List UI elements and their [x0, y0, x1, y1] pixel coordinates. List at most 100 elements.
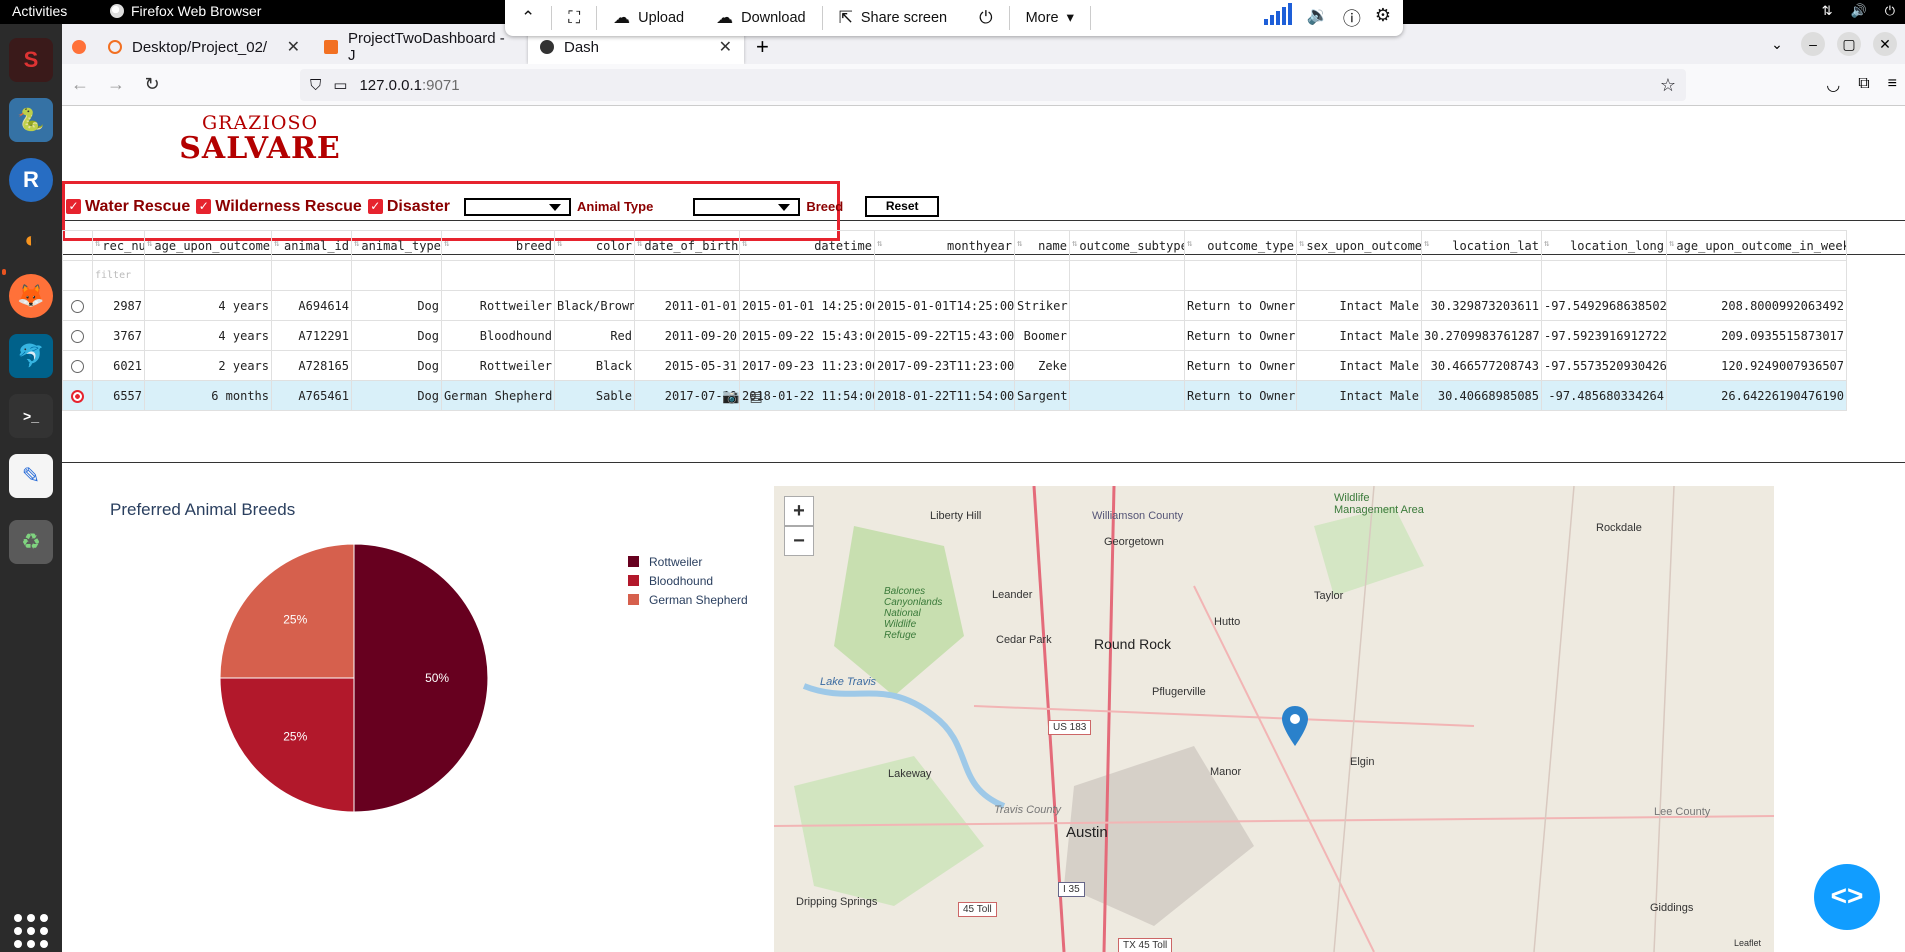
sort-icon[interactable]: ⇅: [95, 239, 100, 249]
table-cell[interactable]: Dog: [351, 320, 442, 351]
map-marker[interactable]: [1282, 706, 1308, 751]
table-cell[interactable]: 6 months: [144, 380, 272, 411]
table-cell[interactable]: Intact Male: [1296, 380, 1422, 411]
table-cell[interactable]: 30.40668985085: [1421, 380, 1542, 411]
table-cell[interactable]: 2987: [92, 290, 145, 321]
table-cell[interactable]: [1069, 350, 1185, 381]
column-filter-input[interactable]: [1069, 260, 1185, 291]
legend-item[interactable]: German Shepherd: [628, 590, 748, 609]
column-filter-input[interactable]: [1666, 260, 1847, 291]
shield-icon[interactable]: ⛉: [310, 77, 321, 94]
reload-button[interactable]: ↻: [134, 74, 170, 95]
column-header-rec-num[interactable]: ⇅rec_num: [92, 230, 145, 261]
table-cell[interactable]: German Shepherd: [441, 380, 555, 411]
mysql-icon[interactable]: 🐬: [9, 334, 53, 378]
table-cell[interactable]: Intact Male: [1296, 350, 1422, 381]
table-cell[interactable]: Intact Male: [1296, 290, 1422, 321]
zoom-out-button[interactable]: −: [784, 526, 814, 556]
eclipse-icon[interactable]: ◐: [9, 218, 53, 262]
table-cell[interactable]: A765461: [271, 380, 352, 411]
url-bar[interactable]: ⛉ ▭ 127.0.0.1:9071 ☆: [300, 69, 1686, 101]
zoom-in-button[interactable]: +: [784, 496, 814, 526]
table-cell[interactable]: 6021: [92, 350, 145, 381]
list-tabs-icon[interactable]: ⌄: [1765, 32, 1789, 56]
python-icon[interactable]: 🐍: [9, 98, 53, 142]
table-cell[interactable]: [1069, 320, 1185, 351]
table-cell[interactable]: 4 years: [144, 320, 272, 351]
table-cell[interactable]: [1069, 290, 1185, 321]
table-cell[interactable]: -97.485680334264: [1541, 380, 1667, 411]
legend-item[interactable]: Rottweiler: [628, 552, 748, 571]
text-editor-icon[interactable]: ✎: [9, 454, 53, 498]
table-cell[interactable]: -97.5923916912722: [1541, 320, 1667, 351]
column-header-datetime[interactable]: ⇅ datetime: [739, 230, 875, 261]
row-select-cell[interactable]: [62, 380, 93, 411]
column-filter-input[interactable]: filter: [92, 260, 145, 291]
power-button[interactable]: ⏻: [963, 0, 1008, 36]
pie-slice-bloodhound[interactable]: [219, 677, 355, 813]
menu-icon[interactable]: ≡: [1888, 75, 1897, 95]
table-cell[interactable]: 2015-01-01T14:25:00: [874, 290, 1015, 321]
table-row[interactable]: 6557 6 months A765461 Dog German Shepherd Sab…: [62, 380, 1847, 411]
column-filter-input[interactable]: [1296, 260, 1422, 291]
row-radio-button[interactable]: [71, 389, 84, 403]
table-cell[interactable]: 4 years: [144, 290, 272, 321]
table-row[interactable]: 6021 2 years A728165 Dog Rottweiler Black 2015…: [62, 350, 1847, 381]
activities-button[interactable]: Activities: [12, 3, 67, 19]
table-cell[interactable]: 30.466577208743: [1421, 350, 1542, 381]
camera-icon[interactable]: 📷: [722, 388, 739, 405]
table-cell[interactable]: A712291: [271, 320, 352, 351]
table-cell[interactable]: 2015-09-22T15:43:00: [874, 320, 1015, 351]
sort-icon[interactable]: ⇅: [1017, 239, 1022, 249]
table-cell[interactable]: 26.64226190476190: [1666, 380, 1847, 411]
sort-icon[interactable]: ⇅: [1072, 239, 1077, 249]
column-filter-input[interactable]: [634, 260, 740, 291]
table-cell[interactable]: 3767: [92, 320, 145, 351]
disaster-checkbox[interactable]: ✓ Disaster: [367, 198, 450, 216]
row-select-cell[interactable]: [62, 350, 93, 381]
firefox-icon[interactable]: 🦊: [9, 274, 53, 318]
sort-icon[interactable]: ⇅: [742, 239, 747, 249]
sort-icon[interactable]: ⇅: [354, 239, 359, 249]
sort-icon[interactable]: ⇅: [1299, 239, 1304, 249]
signal-strength-icon[interactable]: [1264, 3, 1293, 25]
sort-icon[interactable]: ⇅: [1544, 239, 1549, 249]
trash-icon[interactable]: ♻: [9, 520, 53, 564]
column-filter-input[interactable]: [1184, 260, 1297, 291]
volume-icon[interactable]: 🔉: [1306, 5, 1328, 31]
column-header-outcome-type[interactable]: ⇅ outcome_type: [1184, 230, 1297, 261]
terminal-icon[interactable]: >_: [9, 394, 53, 438]
column-header-age-upon-outcome[interactable]: ⇅ age_upon_outcome: [144, 230, 272, 261]
share-screen-button[interactable]: ⇱ Share screen: [823, 0, 964, 36]
sort-icon[interactable]: ⇅: [147, 239, 152, 249]
table-cell[interactable]: 120.9249007936507: [1666, 350, 1847, 381]
column-filter-input[interactable]: [1541, 260, 1667, 291]
table-cell[interactable]: Boomer: [1014, 320, 1070, 351]
system-tray[interactable]: ⇅ 🔊 ⏻: [1822, 3, 1895, 19]
table-cell[interactable]: Return to Owner: [1184, 320, 1297, 351]
column-header-age-upon-outcome-in-weeks[interactable]: ⇅ age_upon_outcome_in_weeks: [1666, 230, 1847, 261]
table-cell[interactable]: Rottweiler: [441, 290, 555, 321]
column-filter-input[interactable]: [874, 260, 1015, 291]
row-select-cell[interactable]: [62, 320, 93, 351]
table-row[interactable]: 2987 4 years A694614 Dog Rottweiler Black/Bro…: [62, 290, 1847, 321]
column-filter-input[interactable]: [144, 260, 272, 291]
table-cell[interactable]: Sable: [554, 380, 635, 411]
help-icon[interactable]: ⓘ: [1343, 5, 1361, 31]
close-window-button[interactable]: ✕: [1873, 32, 1897, 56]
app-menu[interactable]: Firefox Web Browser: [110, 3, 261, 19]
table-cell[interactable]: 2015-05-31: [634, 350, 740, 381]
animal-type-dropdown[interactable]: [463, 197, 571, 216]
table-cell[interactable]: 2011-01-01: [634, 290, 740, 321]
table-cell[interactable]: Bloodhound: [441, 320, 555, 351]
table-cell[interactable]: Black/Brown: [554, 290, 635, 321]
table-cell[interactable]: 208.8000992063492: [1666, 290, 1847, 321]
upload-button[interactable]: ☁ Upload: [597, 0, 700, 36]
row-radio-button[interactable]: [71, 359, 84, 373]
column-filter-input[interactable]: [739, 260, 875, 291]
column-filter-input[interactable]: [554, 260, 635, 291]
extensions-icon[interactable]: ⧉: [1858, 75, 1869, 95]
download-button[interactable]: ☁ Download: [700, 0, 822, 36]
row-select-cell[interactable]: [62, 290, 93, 321]
table-cell[interactable]: 2011-09-20: [634, 320, 740, 351]
